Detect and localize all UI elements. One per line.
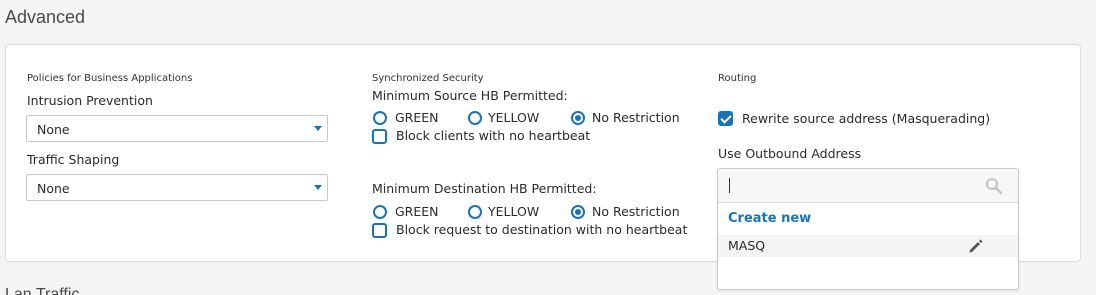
min-dest-hb-label: Minimum Destination HB Permitted:	[372, 181, 597, 196]
source-radio-no-restriction[interactable]	[571, 111, 585, 125]
search-icon	[986, 178, 1003, 195]
business-apps-heading: Policies for Business Applications	[27, 73, 193, 84]
masquerading-label: Rewrite source address (Masquerading)	[742, 111, 991, 126]
sync-security-heading: Synchronized Security	[372, 73, 484, 84]
dest-radio-green-label: GREEN	[395, 204, 439, 219]
intrusion-prevention-label: Intrusion Prevention	[27, 93, 153, 108]
intrusion-prevention-value: None	[37, 122, 70, 137]
list-item-label: MASQ	[728, 238, 766, 253]
caret-down-icon	[314, 126, 322, 131]
dest-radio-yellow-label: YELLOW	[488, 204, 540, 219]
outbound-address-search-input[interactable]	[718, 169, 1018, 203]
dest-radio-yellow[interactable]	[468, 205, 482, 219]
section-title: Advanced	[5, 7, 86, 27]
block-clients-checkbox[interactable]	[372, 129, 387, 144]
block-request-checkbox[interactable]	[372, 223, 387, 238]
caret-down-icon	[314, 185, 322, 190]
list-item-masq[interactable]: MASQ	[718, 235, 1018, 257]
source-radio-green-label: GREEN	[395, 110, 439, 125]
block-request-label: Block request to destination with no hea…	[396, 222, 688, 237]
traffic-shaping-select[interactable]: None	[26, 174, 328, 201]
outbound-address-label: Use Outbound Address	[718, 146, 862, 161]
dest-radio-no-restriction[interactable]	[571, 205, 585, 219]
source-radio-green[interactable]	[373, 111, 387, 125]
next-section-title: Lan Traffic	[5, 286, 80, 295]
source-radio-no-restriction-label: No Restriction	[592, 110, 680, 125]
intrusion-prevention-select[interactable]: None	[26, 115, 328, 142]
dest-radio-no-restriction-label: No Restriction	[592, 204, 680, 219]
source-radio-yellow[interactable]	[468, 111, 482, 125]
block-clients-label: Block clients with no heartbeat	[396, 128, 591, 143]
create-new-link[interactable]: Create new	[728, 211, 811, 226]
pencil-edit-icon[interactable]	[967, 237, 985, 255]
traffic-shaping-value: None	[37, 181, 70, 196]
masquerading-checkbox[interactable]	[718, 111, 733, 126]
dest-radio-green[interactable]	[373, 205, 387, 219]
traffic-shaping-label: Traffic Shaping	[27, 152, 120, 167]
text-cursor	[729, 178, 730, 193]
min-source-hb-label: Minimum Source HB Permitted:	[372, 88, 568, 103]
source-radio-yellow-label: YELLOW	[488, 110, 540, 125]
routing-heading: Routing	[718, 73, 757, 84]
outbound-address-dropdown: Create new MASQ	[717, 168, 1019, 290]
